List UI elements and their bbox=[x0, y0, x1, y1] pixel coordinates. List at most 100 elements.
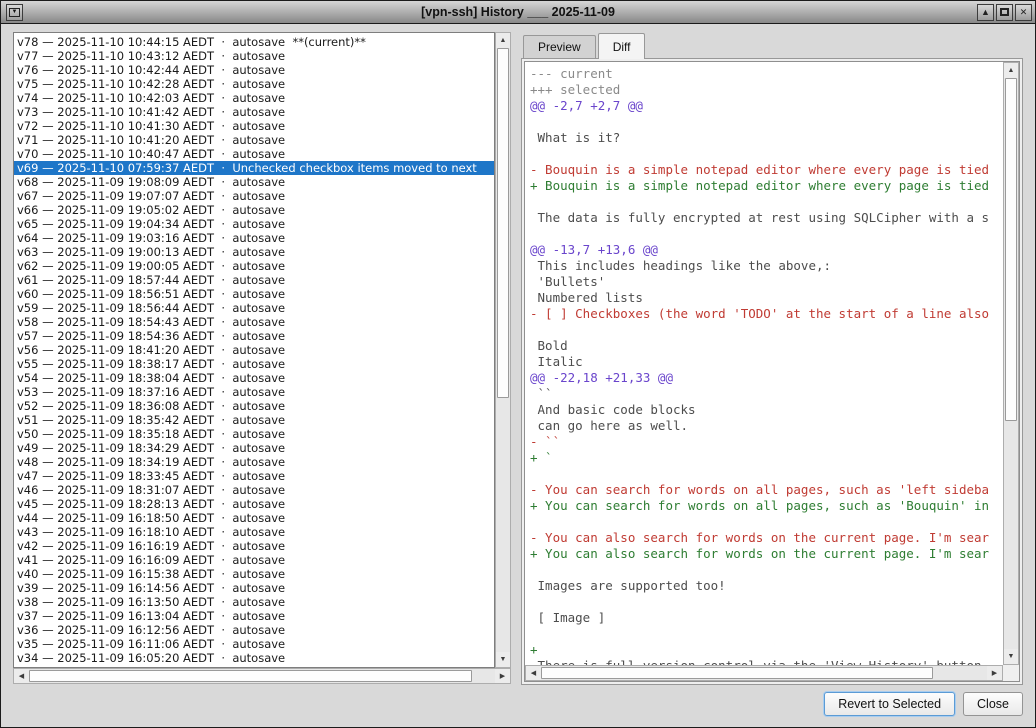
version-row[interactable]: v51 — 2025-11-09 18:35:42 AEDT · autosav… bbox=[14, 413, 494, 427]
version-list[interactable]: v78 — 2025-11-10 10:44:15 AEDT · autosav… bbox=[13, 32, 495, 668]
version-row[interactable]: v38 — 2025-11-09 16:13:50 AEDT · autosav… bbox=[14, 595, 494, 609]
version-row[interactable]: v78 — 2025-11-10 10:44:15 AEDT · autosav… bbox=[14, 35, 494, 49]
version-row[interactable]: v64 — 2025-11-09 19:03:16 AEDT · autosav… bbox=[14, 231, 494, 245]
titlebar: ▼ [vpn-ssh] History ___ 2025-11-09 ▲ ✕ bbox=[1, 1, 1035, 24]
diff-line: @@ -2,7 +2,7 @@ bbox=[530, 98, 1003, 114]
version-row[interactable]: v42 — 2025-11-09 16:16:19 AEDT · autosav… bbox=[14, 539, 494, 553]
close-button[interactable]: Close bbox=[963, 692, 1023, 716]
maximize-button[interactable] bbox=[996, 4, 1013, 21]
diff-line: 'Bullets' bbox=[530, 274, 1003, 290]
version-row[interactable]: v69 — 2025-11-10 07:59:37 AEDT · Uncheck… bbox=[14, 161, 494, 175]
version-row[interactable]: v41 — 2025-11-09 16:16:09 AEDT · autosav… bbox=[14, 553, 494, 567]
version-row[interactable]: v67 — 2025-11-09 19:07:07 AEDT · autosav… bbox=[14, 189, 494, 203]
version-row[interactable]: v72 — 2025-11-10 10:41:30 AEDT · autosav… bbox=[14, 119, 494, 133]
version-list-hscrollbar[interactable]: ◀ ▶ bbox=[13, 668, 511, 684]
diff-hscrollbar[interactable]: ◀ ▶ bbox=[525, 665, 1003, 681]
version-row[interactable]: v63 — 2025-11-09 19:00:13 AEDT · autosav… bbox=[14, 245, 494, 259]
scroll-down-icon[interactable]: ▼ bbox=[1004, 649, 1018, 664]
window-menu-icon: ▼ bbox=[9, 8, 20, 17]
version-row[interactable]: v40 — 2025-11-09 16:15:38 AEDT · autosav… bbox=[14, 567, 494, 581]
version-row[interactable]: v48 — 2025-11-09 18:34:19 AEDT · autosav… bbox=[14, 455, 494, 469]
diff-line: @@ -22,18 +21,33 @@ bbox=[530, 370, 1003, 386]
version-row[interactable]: v44 — 2025-11-09 16:18:50 AEDT · autosav… bbox=[14, 511, 494, 525]
scroll-right-icon[interactable]: ▶ bbox=[987, 666, 1002, 680]
window-title: [vpn-ssh] History ___ 2025-11-09 bbox=[1, 5, 1035, 19]
version-row[interactable]: v71 — 2025-11-10 10:41:20 AEDT · autosav… bbox=[14, 133, 494, 147]
scroll-right-icon[interactable]: ▶ bbox=[495, 669, 510, 683]
vscroll-thumb[interactable] bbox=[497, 48, 509, 398]
version-row[interactable]: v50 — 2025-11-09 18:35:18 AEDT · autosav… bbox=[14, 427, 494, 441]
diff-line bbox=[530, 626, 1003, 642]
version-row[interactable]: v39 — 2025-11-09 16:14:56 AEDT · autosav… bbox=[14, 581, 494, 595]
scroll-up-icon[interactable]: ▲ bbox=[496, 33, 510, 48]
diff-line: - You can search for words on all pages,… bbox=[530, 482, 1003, 498]
diff-line bbox=[530, 114, 1003, 130]
version-row[interactable]: v55 — 2025-11-09 18:38:17 AEDT · autosav… bbox=[14, 357, 494, 371]
diff-vscroll-track[interactable] bbox=[1004, 78, 1018, 649]
version-history-panel: v78 — 2025-11-10 10:44:15 AEDT · autosav… bbox=[13, 32, 511, 685]
version-row[interactable]: v34 — 2025-11-09 16:05:20 AEDT · autosav… bbox=[14, 651, 494, 665]
version-row[interactable]: v49 — 2025-11-09 18:34:29 AEDT · autosav… bbox=[14, 441, 494, 455]
tab-bar: Preview Diff bbox=[521, 32, 1023, 58]
version-row[interactable]: v60 — 2025-11-09 18:56:51 AEDT · autosav… bbox=[14, 287, 494, 301]
scroll-down-icon[interactable]: ▼ bbox=[496, 652, 510, 667]
scroll-left-icon[interactable]: ◀ bbox=[14, 669, 29, 683]
diff-line: And basic code blocks bbox=[530, 402, 1003, 418]
diff-hscroll-thumb[interactable] bbox=[541, 667, 933, 679]
version-row[interactable]: v62 — 2025-11-09 19:00:05 AEDT · autosav… bbox=[14, 259, 494, 273]
diff-line: + ` bbox=[530, 450, 1003, 466]
version-row[interactable]: v46 — 2025-11-09 18:31:07 AEDT · autosav… bbox=[14, 483, 494, 497]
version-row[interactable]: v37 — 2025-11-09 16:13:04 AEDT · autosav… bbox=[14, 609, 494, 623]
maximize-icon bbox=[1000, 8, 1009, 16]
version-row[interactable]: v65 — 2025-11-09 19:04:34 AEDT · autosav… bbox=[14, 217, 494, 231]
diff-line: - Bouquin is a simple notepad editor whe… bbox=[530, 162, 1003, 178]
window-menu-button[interactable]: ▼ bbox=[6, 4, 23, 21]
titlebar-close-button[interactable]: ✕ bbox=[1015, 4, 1032, 21]
scroll-left-icon[interactable]: ◀ bbox=[526, 666, 541, 680]
version-row[interactable]: v53 — 2025-11-09 18:37:16 AEDT · autosav… bbox=[14, 385, 494, 399]
version-row[interactable]: v47 — 2025-11-09 18:33:45 AEDT · autosav… bbox=[14, 469, 494, 483]
diff-line: + You can search for words on all pages,… bbox=[530, 498, 1003, 514]
shade-button[interactable]: ▲ bbox=[977, 4, 994, 21]
version-row[interactable]: v77 — 2025-11-10 10:43:12 AEDT · autosav… bbox=[14, 49, 494, 63]
diff-line: Bold bbox=[530, 338, 1003, 354]
diff-line: + Bouquin is a simple notepad editor whe… bbox=[530, 178, 1003, 194]
version-row[interactable]: v73 — 2025-11-10 10:41:42 AEDT · autosav… bbox=[14, 105, 494, 119]
vscroll-track[interactable] bbox=[496, 48, 510, 652]
version-row[interactable]: v35 — 2025-11-09 16:11:06 AEDT · autosav… bbox=[14, 637, 494, 651]
diff-line bbox=[530, 562, 1003, 578]
version-row[interactable]: v66 — 2025-11-09 19:05:02 AEDT · autosav… bbox=[14, 203, 494, 217]
version-row[interactable]: v61 — 2025-11-09 18:57:44 AEDT · autosav… bbox=[14, 273, 494, 287]
version-row[interactable]: v54 — 2025-11-09 18:38:04 AEDT · autosav… bbox=[14, 371, 494, 385]
version-row[interactable]: v70 — 2025-11-10 10:40:47 AEDT · autosav… bbox=[14, 147, 494, 161]
hscroll-track[interactable] bbox=[29, 669, 495, 683]
version-list-vscrollbar[interactable]: ▲ ▼ bbox=[495, 32, 511, 668]
version-row[interactable]: v76 — 2025-11-10 10:42:44 AEDT · autosav… bbox=[14, 63, 494, 77]
diff-line: [ Image ] bbox=[530, 610, 1003, 626]
version-row[interactable]: v59 — 2025-11-09 18:56:44 AEDT · autosav… bbox=[14, 301, 494, 315]
footer: Revert to Selected Close bbox=[1, 685, 1035, 727]
diff-vscrollbar[interactable]: ▲ ▼ bbox=[1003, 62, 1019, 665]
version-row[interactable]: v68 — 2025-11-09 19:08:09 AEDT · autosav… bbox=[14, 175, 494, 189]
tab-diff[interactable]: Diff bbox=[598, 33, 646, 59]
close-icon: ✕ bbox=[1020, 8, 1028, 17]
diff-vscroll-thumb[interactable] bbox=[1005, 78, 1017, 421]
version-row[interactable]: v52 — 2025-11-09 18:36:08 AEDT · autosav… bbox=[14, 399, 494, 413]
version-row[interactable]: v43 — 2025-11-09 16:18:10 AEDT · autosav… bbox=[14, 525, 494, 539]
scroll-up-icon[interactable]: ▲ bbox=[1004, 63, 1018, 78]
diff-line: @@ -13,7 +13,6 @@ bbox=[530, 242, 1003, 258]
diff-line bbox=[530, 594, 1003, 610]
version-row[interactable]: v57 — 2025-11-09 18:54:36 AEDT · autosav… bbox=[14, 329, 494, 343]
diff-hscroll-track[interactable] bbox=[541, 666, 987, 680]
version-row[interactable]: v74 — 2025-11-10 10:42:03 AEDT · autosav… bbox=[14, 91, 494, 105]
version-row[interactable]: v58 — 2025-11-09 18:54:43 AEDT · autosav… bbox=[14, 315, 494, 329]
revert-to-selected-button[interactable]: Revert to Selected bbox=[824, 692, 955, 716]
version-row[interactable]: v45 — 2025-11-09 18:28:13 AEDT · autosav… bbox=[14, 497, 494, 511]
diff-line: - `` bbox=[530, 434, 1003, 450]
version-row[interactable]: v75 — 2025-11-10 10:42:28 AEDT · autosav… bbox=[14, 77, 494, 91]
version-row[interactable]: v56 — 2025-11-09 18:41:20 AEDT · autosav… bbox=[14, 343, 494, 357]
tab-preview[interactable]: Preview bbox=[523, 35, 596, 58]
version-row[interactable]: v36 — 2025-11-09 16:12:56 AEDT · autosav… bbox=[14, 623, 494, 637]
diff-line bbox=[530, 322, 1003, 338]
hscroll-thumb[interactable] bbox=[29, 670, 472, 682]
